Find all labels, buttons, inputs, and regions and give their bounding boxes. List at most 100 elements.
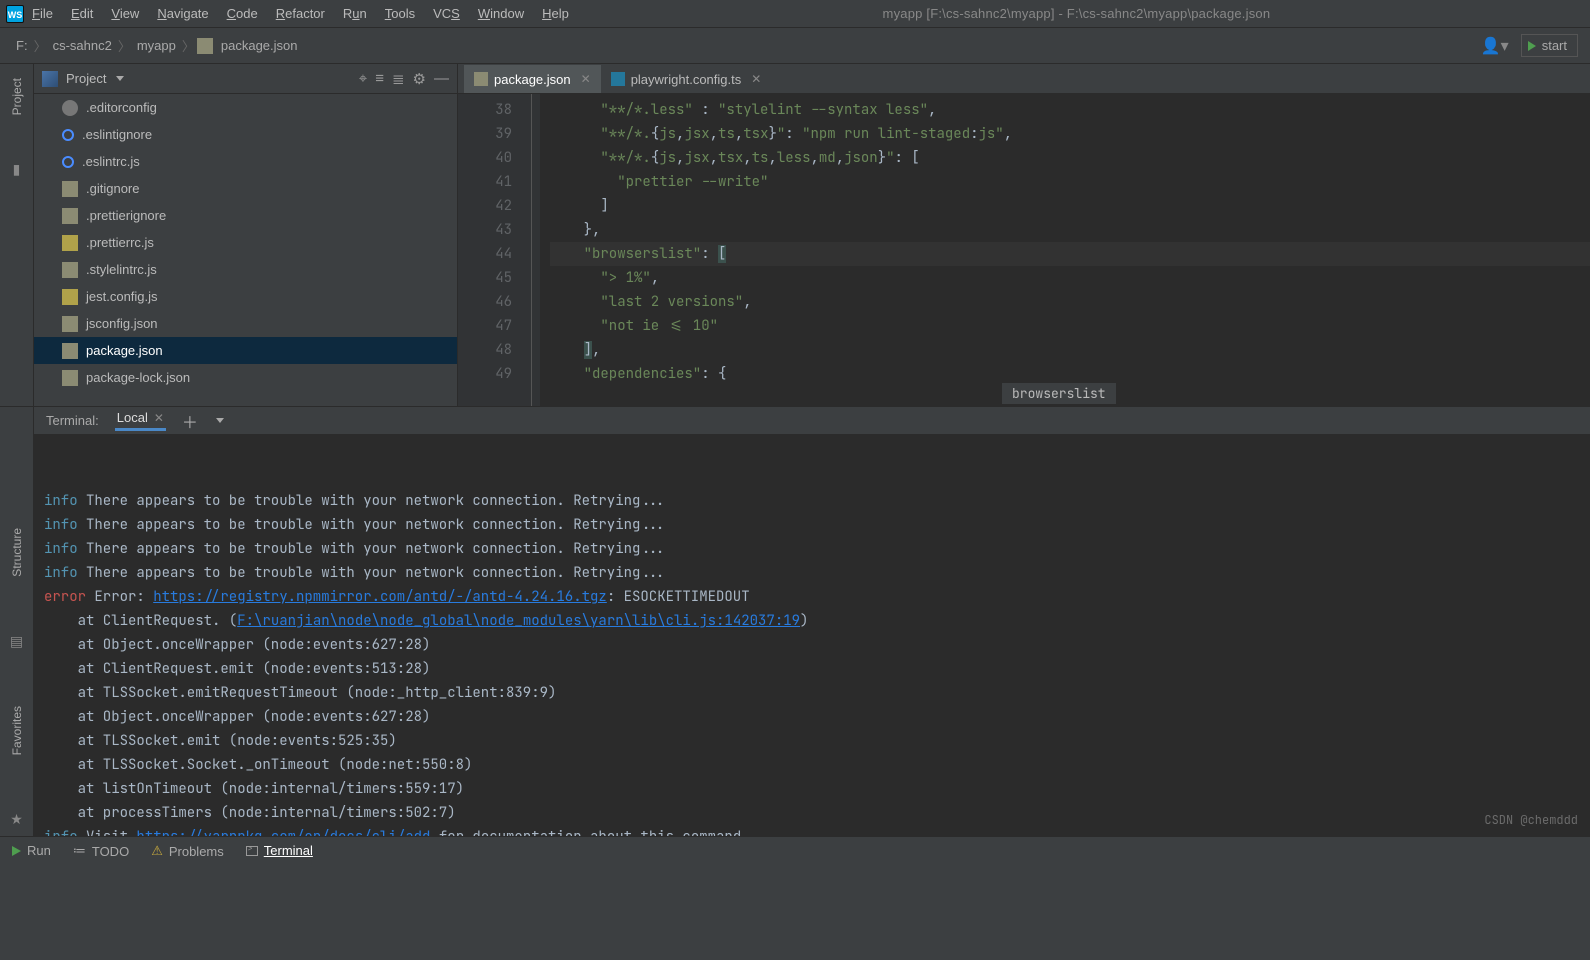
fold-column[interactable] (522, 94, 540, 406)
structure-icon: ▤ (10, 633, 23, 650)
tab-package-json[interactable]: package.json ✕ (464, 65, 601, 93)
status-run[interactable]: Run (12, 843, 51, 858)
terminal-header: Terminal: Local ✕ ＋ (34, 407, 1590, 435)
project-tool-tab[interactable]: Project (10, 78, 24, 115)
tree-file--gitignore[interactable]: .gitignore (34, 175, 457, 202)
star-icon: ★ (10, 811, 23, 828)
terminal-panel: Structure ▤ Favorites ★ Terminal: Local … (0, 406, 1590, 836)
menu-tools[interactable]: Tools (385, 6, 415, 21)
menu-edit[interactable]: Edit (71, 6, 93, 21)
file-icon (62, 289, 78, 305)
collapse-all-icon[interactable]: ≣ (392, 70, 405, 88)
file-icon (62, 100, 78, 116)
status-terminal[interactable]: Terminal (246, 843, 313, 858)
menu-refactor[interactable]: Refactor (276, 6, 325, 21)
tree-file-package-lock-json[interactable]: package-lock.json (34, 364, 457, 391)
file-icon (62, 343, 78, 359)
status-todo[interactable]: ≔ TODO (73, 843, 129, 859)
file-label: .prettierrc.js (86, 235, 154, 250)
tree-file--prettierignore[interactable]: .prettierignore (34, 202, 457, 229)
user-icon[interactable]: 👤▾ (1481, 36, 1509, 56)
tab-label: package.json (494, 72, 571, 87)
run-config-label: start (1542, 38, 1567, 53)
status-problems-label: Problems (169, 844, 224, 859)
error-url-link[interactable]: https://registry.npmmirror.com/antd/-/an… (153, 588, 607, 606)
file-label: jest.config.js (86, 289, 158, 304)
terminal-label: Terminal: (46, 413, 99, 428)
tree-file--stylelintrc-js[interactable]: .stylelintrc.js (34, 256, 457, 283)
project-title-icon (42, 71, 58, 87)
tree-file-jest-config-js[interactable]: jest.config.js (34, 283, 457, 310)
chevron-down-icon[interactable] (116, 76, 124, 81)
structure-tool-tab[interactable]: Structure (10, 528, 24, 577)
close-icon[interactable]: ✕ (154, 411, 164, 425)
menu-run[interactable]: Run (343, 6, 367, 21)
ts-file-icon (611, 72, 625, 86)
folder-icon: ▮ (13, 161, 21, 178)
visit-url-link[interactable]: https://yarnpkg.com/en/docs/cli/add (136, 828, 430, 836)
project-tree[interactable]: .editorconfig .eslintignore .eslintrc.js.g… (34, 94, 457, 406)
status-todo-label: TODO (92, 844, 129, 859)
watermark-text: CSDN @chemddd (1484, 808, 1578, 832)
crumb-drive[interactable]: F: (16, 38, 28, 53)
file-icon (62, 316, 78, 332)
run-config-button[interactable]: start (1521, 34, 1578, 57)
gear-icon[interactable]: ⚙ (413, 70, 426, 88)
terminal-output[interactable]: info There appears to be trouble with yo… (34, 435, 1590, 836)
menu-help[interactable]: Help (542, 6, 569, 21)
status-terminal-label: Terminal (264, 843, 313, 858)
status-problems[interactable]: Problems (151, 843, 224, 859)
menu-window[interactable]: Window (478, 6, 524, 21)
play-icon (12, 846, 21, 856)
tab-label: playwright.config.ts (631, 72, 742, 87)
expand-all-icon[interactable]: ≡ (375, 70, 384, 87)
crumb-project[interactable]: myapp (137, 38, 176, 53)
file-icon (62, 181, 78, 197)
file-icon (62, 235, 78, 251)
tree-file-package-json[interactable]: package.json (34, 337, 457, 364)
file-icon (62, 129, 74, 141)
menu-file[interactable]: File (32, 6, 53, 21)
menu-view[interactable]: View (111, 6, 139, 21)
stack-link[interactable]: F:\ruanjian\node\node_global\node_module… (237, 612, 800, 630)
file-label: jsconfig.json (86, 316, 158, 331)
json-file-icon (474, 72, 488, 86)
tree-file--prettierrc-js[interactable]: .prettierrc.js (34, 229, 457, 256)
crumb-sep-icon: 〉 (118, 36, 131, 55)
status-bar: Run ≔ TODO Problems Terminal (0, 836, 1590, 932)
editor-area: package.json ✕ playwright.config.ts ✕ 38… (458, 64, 1590, 406)
project-panel: Project ⌖ ≡ ≣ ⚙ — .editorconfig .eslintig… (34, 64, 458, 406)
crumb-sep-icon: 〉 (182, 36, 195, 55)
tab-playwright-config[interactable]: playwright.config.ts ✕ (601, 65, 772, 93)
tree-file-jsconfig-json[interactable]: jsconfig.json (34, 310, 457, 337)
code-content[interactable]: "**/*.less" : "stylelint --syntax less",… (540, 94, 1590, 406)
project-panel-title[interactable]: Project (66, 71, 106, 86)
tree-file--eslintrc-js[interactable]: .eslintrc.js (34, 148, 457, 175)
warn-icon (151, 843, 163, 859)
file-icon (62, 370, 78, 386)
editor-breadcrumb[interactable]: browserslist (1002, 383, 1116, 404)
terminal-tab-local[interactable]: Local ✕ (115, 410, 166, 431)
hide-panel-icon[interactable]: — (434, 70, 449, 87)
tree-file--editorconfig[interactable]: .editorconfig (34, 94, 457, 121)
crumb-sep-icon: 〉 (34, 36, 47, 55)
file-label: .prettierignore (86, 208, 166, 223)
file-label: package-lock.json (86, 370, 190, 385)
menu-code[interactable]: Code (227, 6, 258, 21)
locate-icon[interactable]: ⌖ (359, 70, 367, 87)
chevron-down-icon[interactable] (216, 418, 224, 423)
crumb-file[interactable]: package.json (221, 38, 298, 53)
json-file-icon (197, 38, 213, 54)
crumb-folder[interactable]: cs-sahnc2 (53, 38, 112, 53)
tree-file--eslintignore[interactable]: .eslintignore (34, 121, 457, 148)
close-icon[interactable]: ✕ (581, 72, 591, 86)
workspace: Project ▮ Project ⌖ ≡ ≣ ⚙ — .editorconfi… (0, 64, 1590, 406)
file-label: .eslintignore (82, 127, 152, 142)
code-editor[interactable]: 383940414243444546474849 "**/*.less" : "… (458, 94, 1590, 406)
new-terminal-icon[interactable]: ＋ (182, 409, 198, 433)
favorites-tool-tab[interactable]: Favorites (10, 706, 24, 755)
menu-vcs[interactable]: VCS (433, 6, 460, 21)
todo-icon: ≔ (73, 843, 86, 859)
menu-navigate[interactable]: Navigate (157, 6, 208, 21)
close-icon[interactable]: ✕ (751, 72, 761, 86)
